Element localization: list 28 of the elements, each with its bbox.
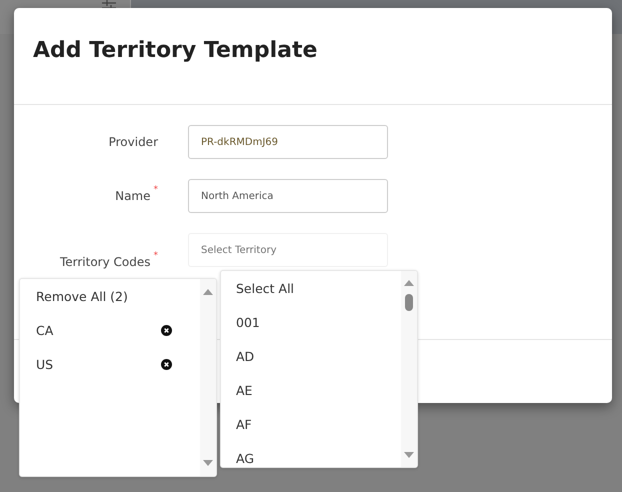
selected-code: US <box>36 356 54 372</box>
option-item[interactable]: AF <box>221 407 401 441</box>
field-label: Territory Codes <box>60 255 150 269</box>
option-item[interactable]: AE <box>221 373 401 407</box>
scroll-down-icon[interactable] <box>404 452 414 458</box>
remove-icon[interactable] <box>161 324 172 336</box>
scroll-up-icon[interactable] <box>404 280 414 286</box>
select-field[interactable]: Select Territory <box>188 233 388 267</box>
text-field[interactable]: PR-dkRMDmJ69 <box>188 125 388 159</box>
required-asterisk: * <box>154 251 158 261</box>
remove-all-item[interactable]: Remove All (2) <box>20 279 200 313</box>
selected-code: CA <box>36 322 54 338</box>
field-label: Provider <box>108 135 158 149</box>
scroll-down-icon[interactable] <box>203 460 213 466</box>
scrollbar[interactable] <box>200 279 216 476</box>
required-asterisk: * <box>154 185 158 195</box>
option-item[interactable]: AD <box>221 339 401 373</box>
remove-icon[interactable] <box>161 358 172 370</box>
scrollbar[interactable] <box>401 271 417 467</box>
field-label: Name <box>115 189 150 203</box>
scroll-thumb[interactable] <box>405 294 413 311</box>
text-field[interactable]: North America <box>188 179 388 213</box>
option-item[interactable]: Select All <box>221 271 401 305</box>
option-item[interactable]: AG <box>221 441 401 467</box>
sliders-icon[interactable] <box>102 0 116 10</box>
dialog-title: Add Territory Template <box>33 38 318 62</box>
scroll-up-icon[interactable] <box>203 289 213 295</box>
option-item[interactable]: 001 <box>221 305 401 339</box>
